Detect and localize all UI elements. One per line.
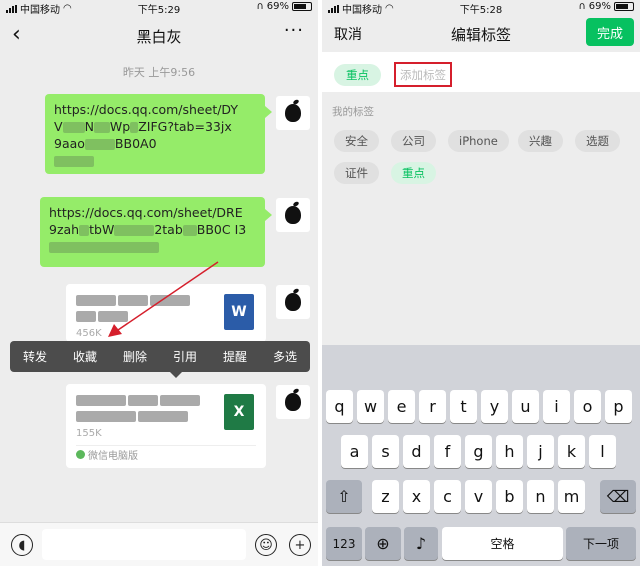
tag-chip-selected[interactable]: 重点 [391,162,436,184]
battery-percent: 69% [588,1,611,12]
done-button[interactable]: 完成 [586,18,634,46]
section-label: 我的标签 [332,106,374,118]
key-f[interactable]: f [434,435,461,468]
key-h[interactable]: h [496,435,523,468]
key-i[interactable]: i [543,390,570,423]
key-y[interactable]: y [481,390,508,423]
key-n[interactable]: n [527,480,554,513]
tag-input-area: 重点 添加标签 [322,52,640,92]
battery-group: ∩ 69% [578,1,634,12]
key-b[interactable]: b [496,480,523,513]
emoji-icon[interactable]: ☺ [255,534,277,556]
microphone-icon: ♪ [415,534,427,553]
status-bar: 中国移动 ◠ 下午5:28 ∩ 69% [322,0,640,16]
annotation-arrow [108,261,219,337]
key-w[interactable]: w [357,390,384,423]
dictation-key[interactable]: ♪ [404,527,438,560]
backspace-key[interactable]: ⌫ [600,480,636,513]
key-j[interactable]: j [527,435,554,468]
key-c[interactable]: c [434,480,461,513]
tag-chip[interactable]: iPhone [448,130,509,152]
next-key[interactable]: 下一项 [566,527,636,560]
tag-chip[interactable]: 选题 [575,130,620,152]
tag-chip[interactable]: 兴趣 [518,130,563,152]
key-z[interactable]: z [372,480,399,513]
add-tag-input[interactable]: 添加标签 [394,62,452,87]
ios-keyboard: q w e r t y u i o p a s d f g h j k l ⇧ … [322,345,640,566]
voice-icon[interactable]: ◖ [11,534,33,556]
chat-input-bar: ◖ ☺ + [0,522,318,566]
key-s[interactable]: s [372,435,399,468]
key-p[interactable]: p [605,390,632,423]
key-d[interactable]: d [403,435,430,468]
key-t[interactable]: t [450,390,477,423]
message-input[interactable] [42,529,246,560]
edit-tags-screen: 中国移动 ◠ 下午5:28 ∩ 69% 取消 编辑标签 完成 重点 添加标签 我… [322,0,640,566]
key-k[interactable]: k [558,435,585,468]
headphones-icon: ∩ [578,1,586,12]
chat-screen: 中国移动 ◠ 下午5:29 ∩ 69% ‹ 黑白灰 ··· 昨天 上午9:56 … [0,0,318,566]
globe-key[interactable]: ⊕ [365,527,401,560]
numbers-key[interactable]: 123 [326,527,362,560]
shift-key[interactable]: ⇧ [326,480,362,513]
edit-tags-nav-bar: 取消 编辑标签 完成 [322,14,640,52]
tag-chip[interactable]: 安全 [334,130,379,152]
backspace-icon: ⌫ [606,487,630,506]
key-e[interactable]: e [388,390,415,423]
plus-icon[interactable]: + [289,534,311,556]
key-g[interactable]: g [465,435,492,468]
key-l[interactable]: l [589,435,616,468]
key-u[interactable]: u [512,390,539,423]
key-r[interactable]: r [419,390,446,423]
tag-chip[interactable]: 公司 [391,130,436,152]
selected-tag-chip[interactable]: 重点 [334,64,381,86]
key-o[interactable]: o [574,390,601,423]
key-v[interactable]: v [465,480,492,513]
shift-icon: ⇧ [337,487,351,506]
key-q[interactable]: q [326,390,353,423]
tag-chip[interactable]: 证件 [334,162,379,184]
key-x[interactable]: x [403,480,430,513]
key-a[interactable]: a [341,435,368,468]
key-m[interactable]: m [558,480,585,513]
space-key[interactable]: 空格 [442,527,563,560]
globe-icon: ⊕ [376,534,390,553]
battery-icon [614,2,634,11]
